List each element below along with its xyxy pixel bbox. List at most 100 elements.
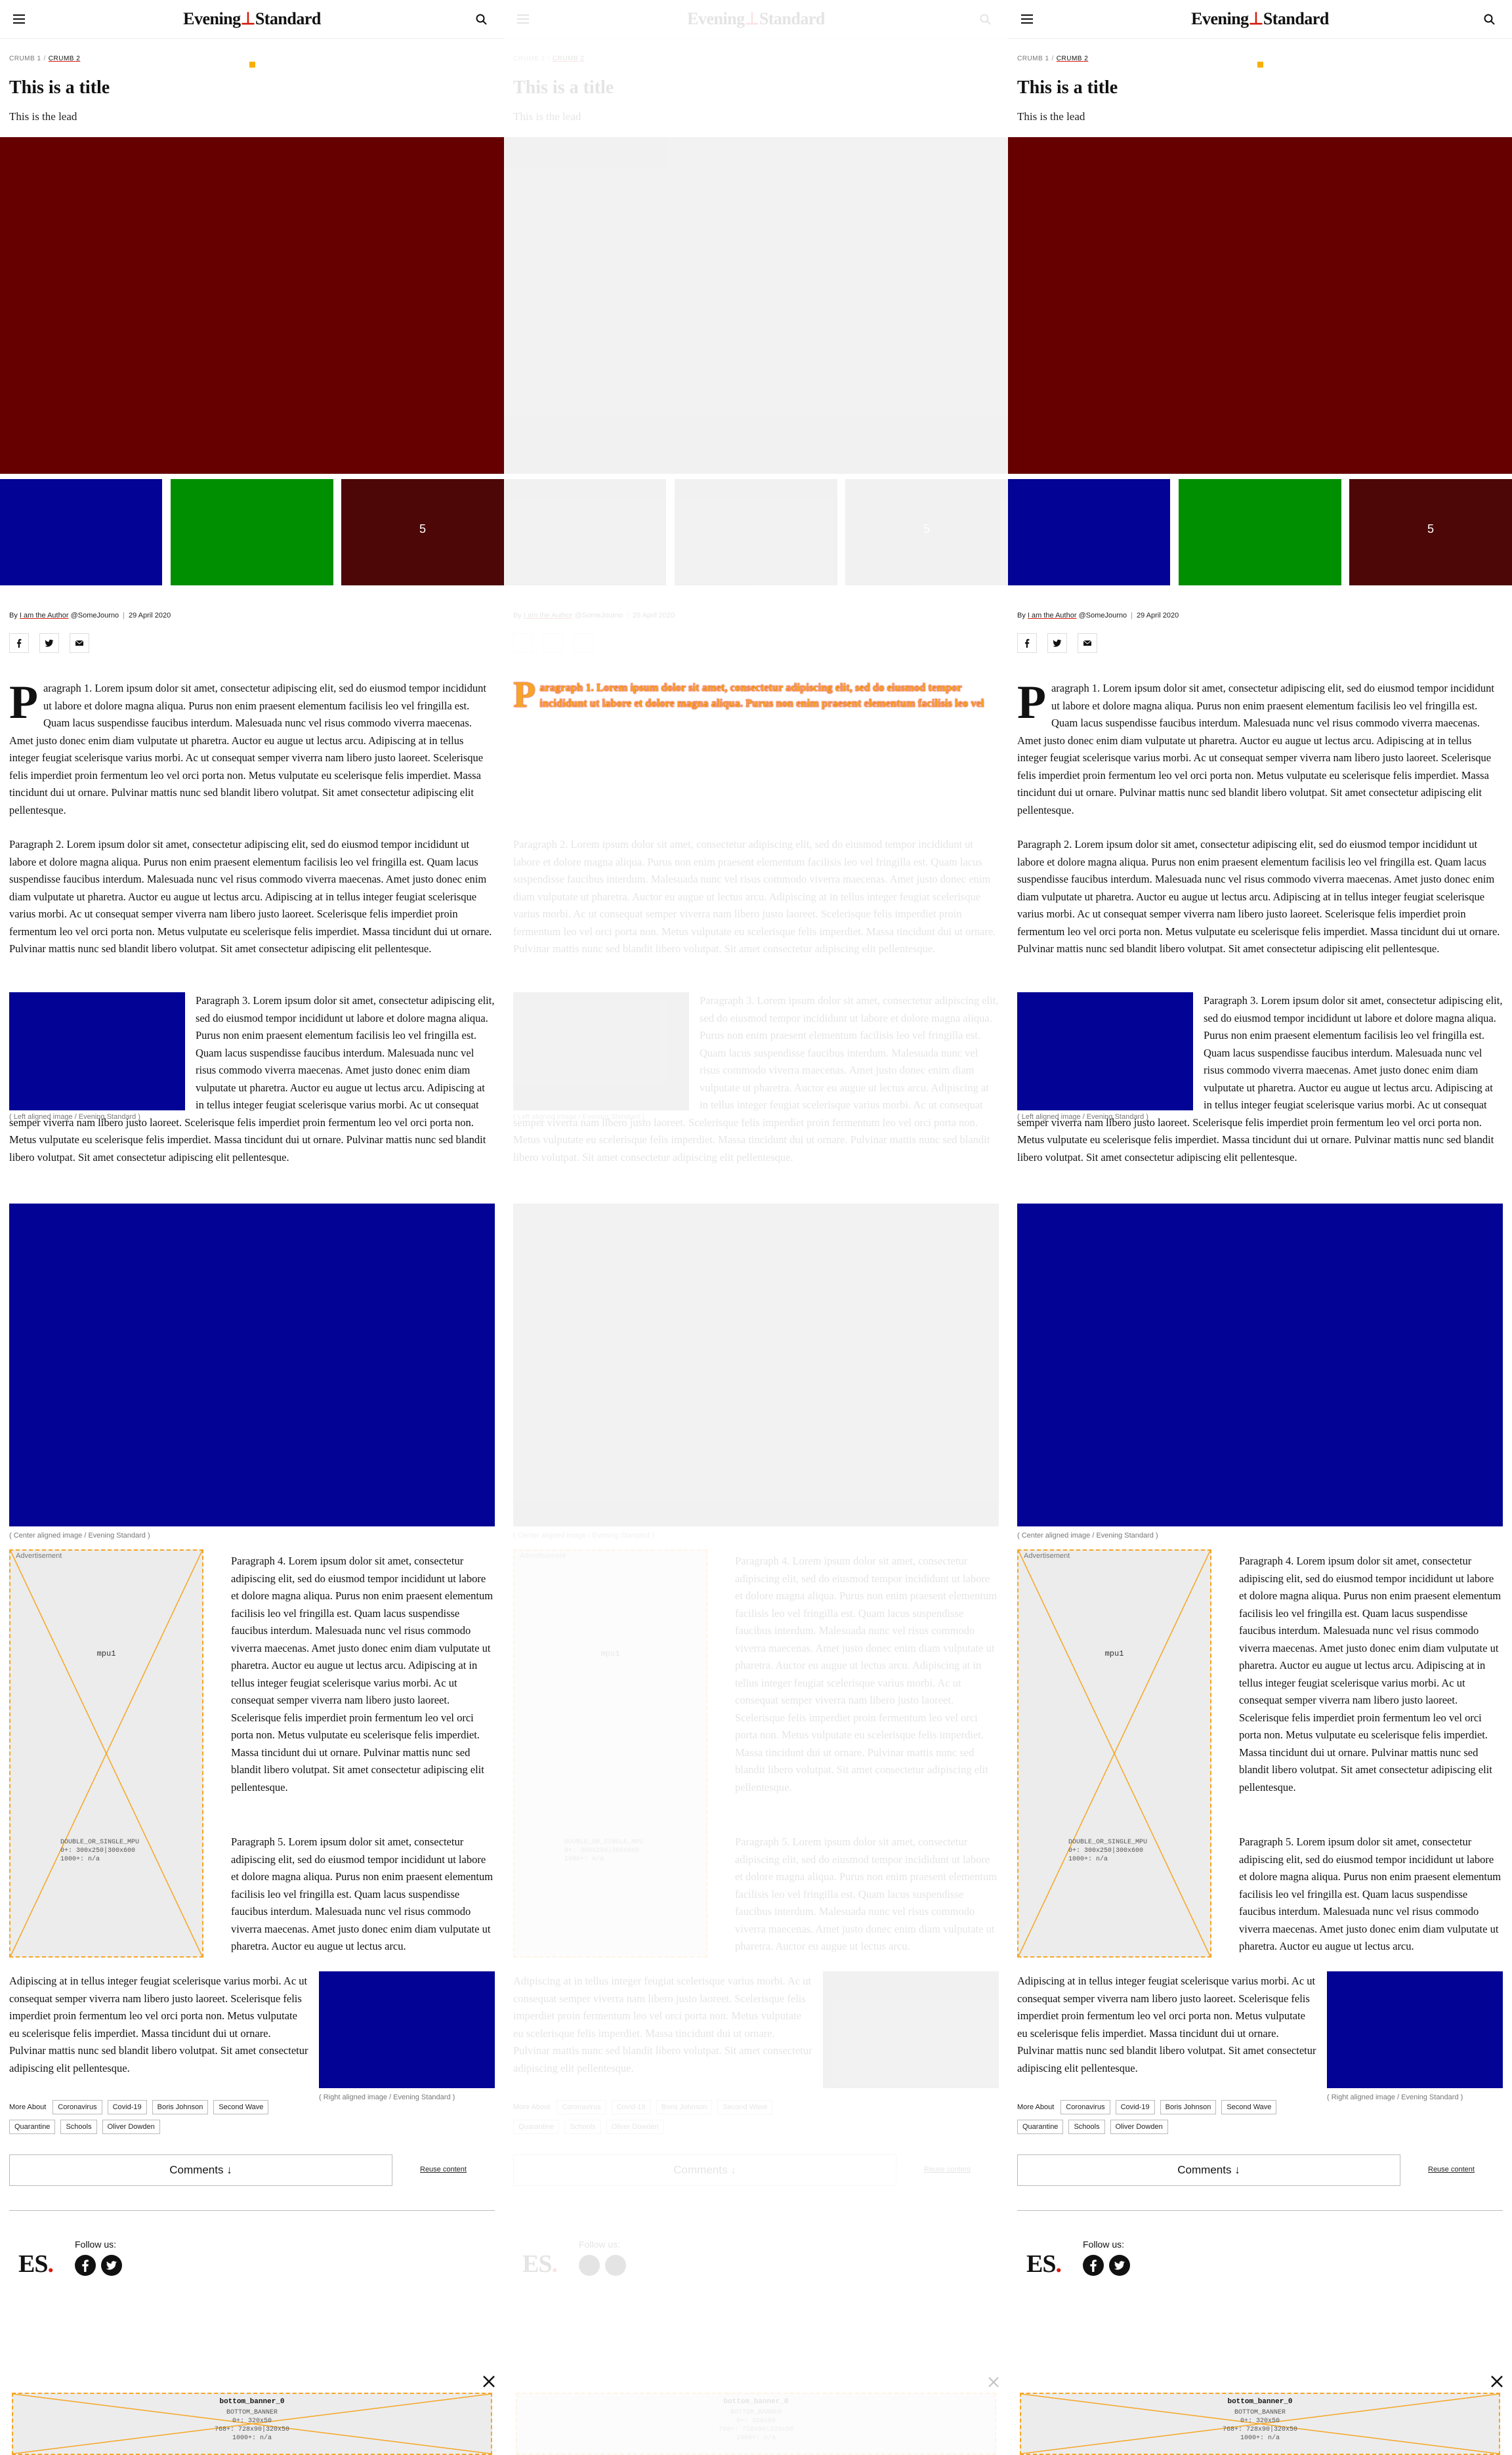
tag-link[interactable]: Quarantine — [9, 2120, 56, 2134]
mpu-ad-slot[interactable]: Advertisement mpu1 DOUBLE_OR_SINGLE_MPU 0… — [9, 1549, 203, 1958]
footer-facebook-button[interactable] — [579, 2255, 600, 2276]
ad-slot-name: mpu1 — [96, 1649, 116, 1658]
tag-link[interactable]: Oliver Dowden — [606, 2120, 664, 2134]
tag-link[interactable]: Second Wave — [1221, 2100, 1277, 2114]
footer-twitter-button[interactable] — [605, 2255, 626, 2276]
close-icon[interactable] — [482, 2374, 496, 2389]
banner-info-line: 768+: 728x90|320x50 — [718, 2426, 794, 2433]
search-icon[interactable] — [475, 13, 488, 26]
footer-twitter-button[interactable] — [1109, 2255, 1130, 2276]
footer-facebook-button[interactable] — [1083, 2255, 1104, 2276]
tag-link[interactable]: Second Wave — [717, 2100, 773, 2114]
footer-logo[interactable]: ES. — [18, 2250, 54, 2278]
tag-link[interactable]: Covid-19 — [107, 2100, 147, 2114]
more-about-label: More About — [513, 2103, 551, 2111]
status-dot — [1257, 62, 1263, 68]
tag-link[interactable]: Boris Johnson — [152, 2100, 209, 2114]
share-twitter-button[interactable] — [1047, 633, 1067, 653]
tag-link[interactable]: Schools — [564, 2120, 601, 2134]
gallery-thumb-more[interactable]: 5 — [341, 479, 504, 585]
breadcrumb-item-2[interactable]: CRUMB 2 — [553, 55, 585, 62]
reuse-content-link[interactable]: Reuse content — [420, 2166, 467, 2173]
left-aligned-image[interactable] — [1017, 992, 1193, 1110]
tag-link[interactable]: Oliver Dowden — [1110, 2120, 1168, 2134]
reuse-content-link[interactable]: Reuse content — [924, 2166, 971, 2173]
author-handle[interactable]: @SomeJourno — [575, 612, 623, 619]
paragraph-1-text: aragraph 1. Lorem ipsum dolor sit amet, … — [9, 682, 486, 816]
paragraph-4: Paragraph 4. Lorem ipsum dolor sit amet,… — [1239, 1555, 1502, 1794]
left-aligned-image[interactable] — [9, 992, 185, 1110]
reuse-content-link[interactable]: Reuse content — [1428, 2166, 1475, 2173]
gallery-thumb-1[interactable] — [1008, 479, 1170, 585]
author-handle[interactable]: @SomeJourno — [71, 612, 119, 619]
site-logo[interactable]: Evening⊥Standard — [1008, 9, 1512, 29]
footer-logo[interactable]: ES. — [522, 2250, 558, 2278]
ad-slot-info: DOUBLE_OR_SINGLE_MPU 0+: 300x250|300x600 1… — [564, 1838, 643, 1864]
comments-label: Comments — [169, 2164, 224, 2176]
share-email-button[interactable] — [70, 633, 89, 653]
author-handle[interactable]: @SomeJourno — [1079, 612, 1127, 619]
share-email-button[interactable] — [574, 633, 593, 653]
close-icon[interactable] — [987, 2376, 1000, 2389]
tag-link[interactable]: Quarantine — [513, 2120, 560, 2134]
right-aligned-image[interactable] — [1327, 1971, 1503, 2088]
footer-facebook-button[interactable] — [75, 2255, 96, 2276]
arrow-down-icon: ↓ — [226, 2164, 232, 2176]
center-aligned-image[interactable] — [1017, 1204, 1503, 1526]
comments-button[interactable]: Comments ↓ — [9, 2154, 392, 2186]
tag-link[interactable]: Covid-19 — [1115, 2100, 1155, 2114]
publish-date: 29 April 2020 — [1136, 612, 1179, 619]
tag-link[interactable]: Coronavirus — [52, 2100, 102, 2114]
byline-separator: | — [627, 612, 629, 619]
paragraph-3: Paragraph 3. Lorem ipsum dolor sit amet,… — [1017, 992, 1503, 1166]
author-link[interactable]: I am the Author — [1028, 612, 1077, 619]
mpu-ad-slot[interactable]: Advertisement mpu1 DOUBLE_OR_SINGLE_MPU 0… — [1017, 1549, 1211, 1958]
author-link[interactable]: I am the Author — [524, 612, 573, 619]
tag-link[interactable]: Second Wave — [213, 2100, 269, 2114]
share-facebook-button[interactable] — [513, 633, 533, 653]
bottom-banner-ad[interactable]: bottom_banner_0 BOTTOM_BANNER 0+: 320x50 7… — [12, 2393, 492, 2455]
tag-link[interactable]: Boris Johnson — [1160, 2100, 1217, 2114]
tag-link[interactable]: Boris Johnson — [656, 2100, 713, 2114]
hero-image[interactable] — [0, 137, 504, 474]
gallery-thumb-2[interactable] — [171, 479, 333, 585]
close-icon[interactable] — [1490, 2374, 1504, 2389]
author-link[interactable]: I am the Author — [20, 612, 69, 619]
share-twitter-button[interactable] — [543, 633, 563, 653]
breadcrumb-item-2[interactable]: CRUMB 2 — [1057, 55, 1089, 62]
tag-link[interactable]: Coronavirus — [1060, 2100, 1110, 2114]
footer-divider — [9, 2210, 495, 2211]
comments-button[interactable]: Comments ↓ — [513, 2154, 896, 2186]
breadcrumb-item-1[interactable]: CRUMB 1 — [513, 55, 545, 62]
gallery-thumb-more[interactable]: 5 — [1349, 479, 1512, 585]
breadcrumb-item-1[interactable]: CRUMB 1 — [9, 55, 41, 62]
search-icon[interactable] — [1483, 13, 1496, 26]
breadcrumb-item-1[interactable]: CRUMB 1 — [1017, 55, 1049, 62]
breadcrumb-item-2[interactable]: CRUMB 2 — [49, 55, 81, 62]
footer-logo-text: ES — [18, 2250, 48, 2278]
tag-link[interactable]: Covid-19 — [611, 2100, 651, 2114]
share-email-button[interactable] — [1078, 633, 1097, 653]
gallery-thumb-more: 5 — [845, 479, 1008, 585]
tag-link[interactable]: Quarantine — [1017, 2120, 1064, 2134]
center-aligned-image[interactable] — [9, 1204, 495, 1526]
share-facebook-button[interactable] — [9, 633, 29, 653]
tag-link[interactable]: Coronavirus — [556, 2100, 606, 2114]
share-twitter-button[interactable] — [39, 633, 59, 653]
tag-link[interactable]: Schools — [60, 2120, 97, 2134]
tag-link[interactable]: Schools — [1068, 2120, 1105, 2134]
footer-twitter-button[interactable] — [101, 2255, 122, 2276]
gallery-thumb-2[interactable] — [1179, 479, 1341, 585]
site-logo[interactable]: Evening⊥Standard — [504, 9, 1008, 29]
footer-logo-dot: . — [1055, 2250, 1061, 2278]
hero-image[interactable] — [1008, 137, 1512, 474]
search-icon[interactable] — [979, 13, 992, 26]
tag-link[interactable]: Oliver Dowden — [102, 2120, 160, 2134]
comments-button[interactable]: Comments ↓ — [1017, 2154, 1400, 2186]
gallery-thumb-1[interactable] — [0, 479, 162, 585]
share-facebook-button[interactable] — [1017, 633, 1037, 653]
bottom-banner-ad[interactable]: bottom_banner_0 BOTTOM_BANNER 0+: 320x50 7… — [1020, 2393, 1500, 2455]
right-aligned-image[interactable] — [319, 1971, 495, 2088]
site-logo[interactable]: Evening⊥Standard — [0, 9, 504, 29]
footer-logo[interactable]: ES. — [1026, 2250, 1062, 2278]
